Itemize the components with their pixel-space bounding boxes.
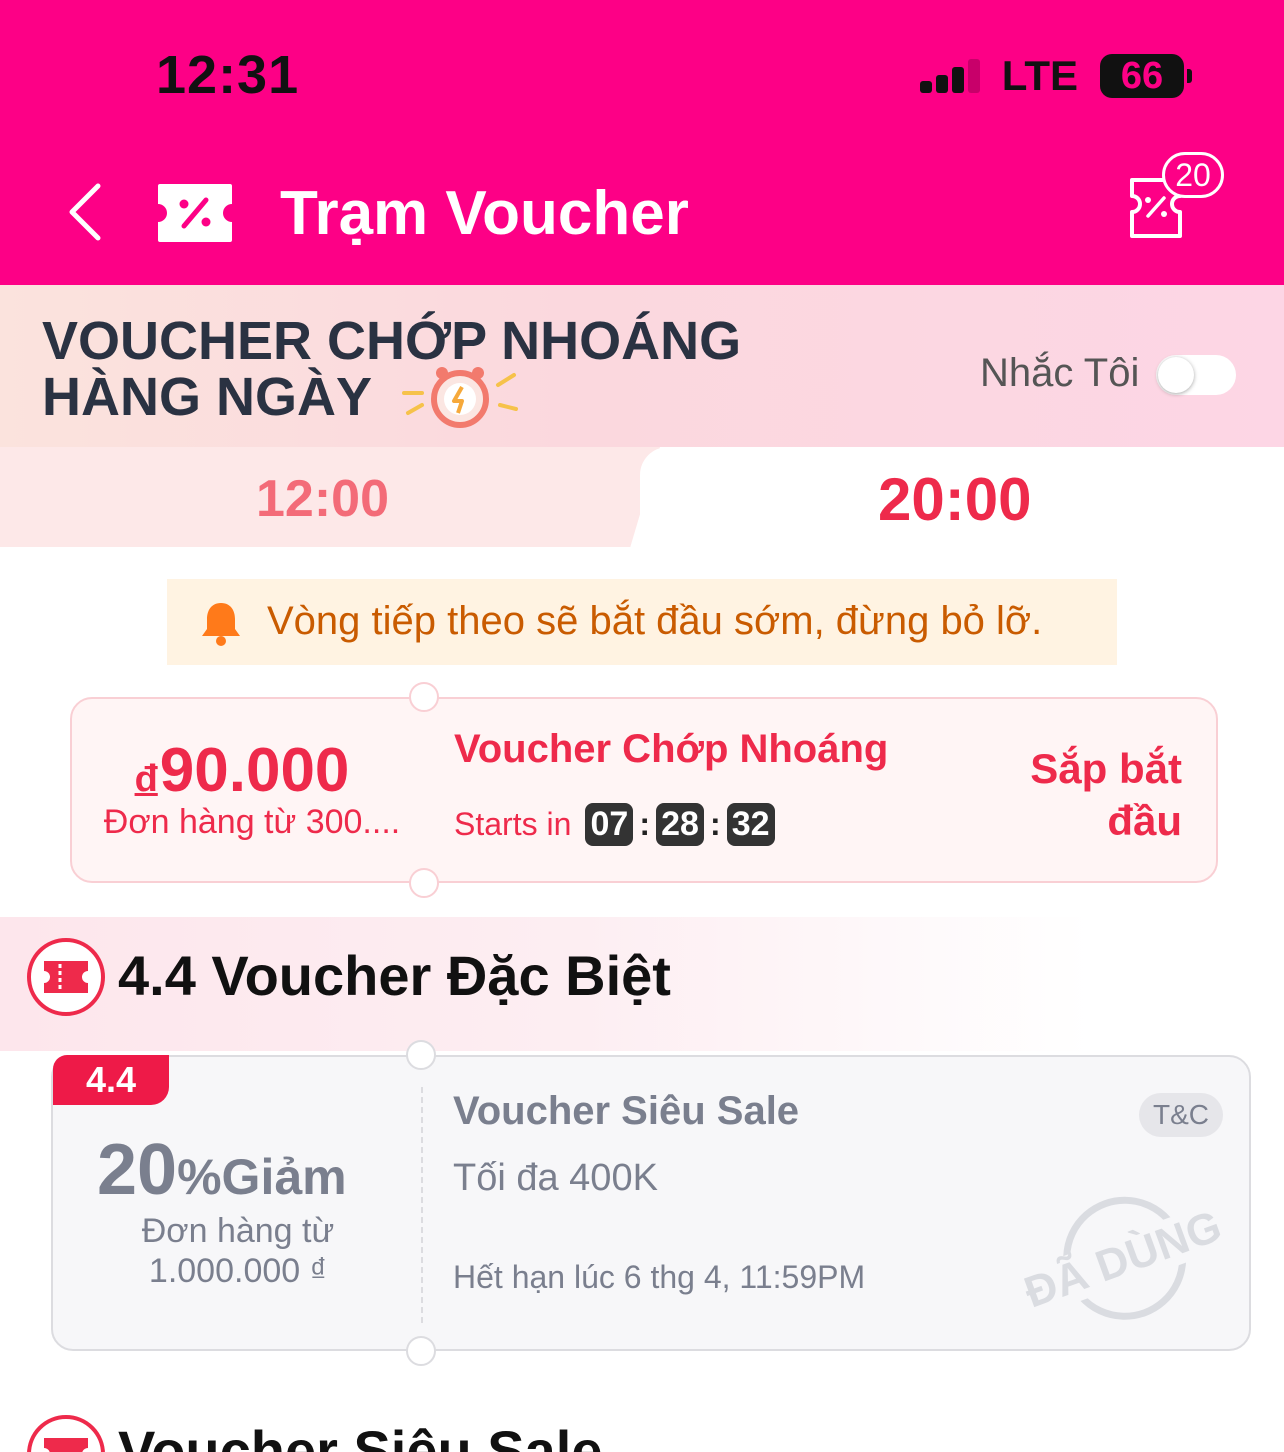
special-voucher-section-header: 4.4 Voucher Đặc Biệt — [0, 917, 1284, 1051]
next-section-title: Voucher Siêu Sale — [118, 1419, 603, 1452]
campaign-tag: 4.4 — [53, 1055, 169, 1105]
tab-time-12-label: 12:00 — [256, 470, 389, 528]
page-title: Trạm Voucher — [280, 179, 689, 248]
percent-value: 20 — [97, 1130, 178, 1210]
card-notch-bottom — [406, 1336, 436, 1366]
signal-icon — [919, 59, 980, 93]
amount-value: 90.000 — [159, 736, 350, 805]
tab-time-12[interactable]: 12:00 — [0, 447, 660, 547]
tab-time-20-label: 20:00 — [878, 466, 1032, 533]
terms-button[interactable]: T&C — [1139, 1093, 1223, 1137]
tab-time-20[interactable]: 20:00 — [640, 447, 1284, 547]
notice-text: Vòng tiếp theo sẽ bắt đầu sớm, đừng bỏ l… — [267, 599, 1043, 643]
countdown-sep: : — [639, 806, 651, 842]
bell-icon — [202, 603, 240, 646]
voucher-status-line1: Sắp bắt — [1030, 745, 1182, 792]
countdown-minutes: 28 — [656, 803, 705, 846]
card-notch-bottom — [409, 868, 439, 898]
status-time: 12:31 — [156, 45, 300, 105]
back-arrow-icon[interactable] — [62, 180, 112, 244]
voucher-expiry: Hết hạn lúc 6 thg 4, 11:59PM — [453, 1259, 866, 1295]
voucher-name: Voucher Siêu Sale — [453, 1089, 800, 1133]
card-notch-top — [409, 682, 439, 712]
card-divider — [421, 1087, 423, 1323]
banner-title-line1: VOUCHER CHỚP NHOÁNG — [42, 311, 742, 371]
countdown: Starts in 07 : 28 : 32 — [454, 803, 775, 846]
voucher-name: Voucher Chớp Nhoáng — [454, 727, 889, 771]
min-order-line2: 1.000.000 ₫ — [148, 1252, 328, 1290]
remind-me-label: Nhắc Tôi — [980, 351, 1140, 395]
next-round-notice: Vòng tiếp theo sẽ bắt đầu sớm, đừng bỏ l… — [167, 579, 1117, 665]
alarm-clock-icon — [402, 367, 518, 428]
used-stamp-text: ĐÃ DÙNG — [1018, 1200, 1225, 1317]
banner-title: VOUCHER CHỚP NHOÁNG HÀNG NGÀY — [42, 313, 741, 425]
voucher-status: Sắp bắt đầu — [982, 743, 1182, 847]
countdown-label: Starts in — [454, 806, 572, 842]
time-slot-tabs: 12:00 20:00 — [0, 447, 1284, 547]
special-voucher-card[interactable]: 4.4 20%Giảm Đơn hàng từ 1.000.000 ₫ Vouc… — [51, 1040, 1251, 1366]
ticket-icon — [27, 938, 105, 1016]
countdown-hours: 07 — [585, 803, 634, 846]
voucher-amount: đ90.000 — [72, 735, 412, 806]
countdown-seconds: 32 — [726, 803, 775, 846]
min-order-line1: Đơn hàng từ — [141, 1212, 335, 1250]
flash-voucher-card[interactable]: đ90.000 Đơn hàng từ 300.... Voucher Chớp… — [70, 682, 1218, 898]
app-header: 12:31 LTE 66 Trạm Voucher 20 — [0, 0, 1284, 285]
discount-percent: 20%Giảm — [97, 1129, 347, 1211]
flash-voucher-banner: VOUCHER CHỚP NHOÁNG HÀNG NGÀY Nhắc Tôi — [0, 285, 1284, 447]
banner-title-line2: HÀNG NGÀY — [42, 367, 373, 427]
voucher-min-order: Đơn hàng từ 1.000.000 ₫ — [113, 1211, 363, 1291]
remind-me-toggle[interactable] — [1156, 355, 1236, 395]
voucher-max-discount: Tối đa 400K — [453, 1157, 658, 1199]
voucher-logo-icon — [158, 184, 232, 242]
card-notch-top — [406, 1040, 436, 1070]
battery-icon: 66 — [1100, 54, 1192, 98]
wallet-count-badge: 20 — [1162, 152, 1224, 198]
network-label: LTE — [1001, 52, 1078, 99]
ticket-icon — [27, 1415, 105, 1452]
countdown-sep: : — [710, 806, 721, 842]
status-indicators: LTE 66 — [919, 52, 1192, 100]
section-title: 4.4 Voucher Đặc Biệt — [118, 944, 671, 1007]
toggle-knob — [1158, 357, 1194, 393]
percent-suffix: %Giảm — [177, 1149, 347, 1205]
currency-symbol: đ — [134, 758, 158, 800]
used-stamp: ĐÃ DÙNG — [1018, 1196, 1225, 1320]
voucher-min-order: Đơn hàng từ 300.... — [103, 803, 401, 841]
voucher-status-line2: đầu — [1107, 797, 1182, 844]
